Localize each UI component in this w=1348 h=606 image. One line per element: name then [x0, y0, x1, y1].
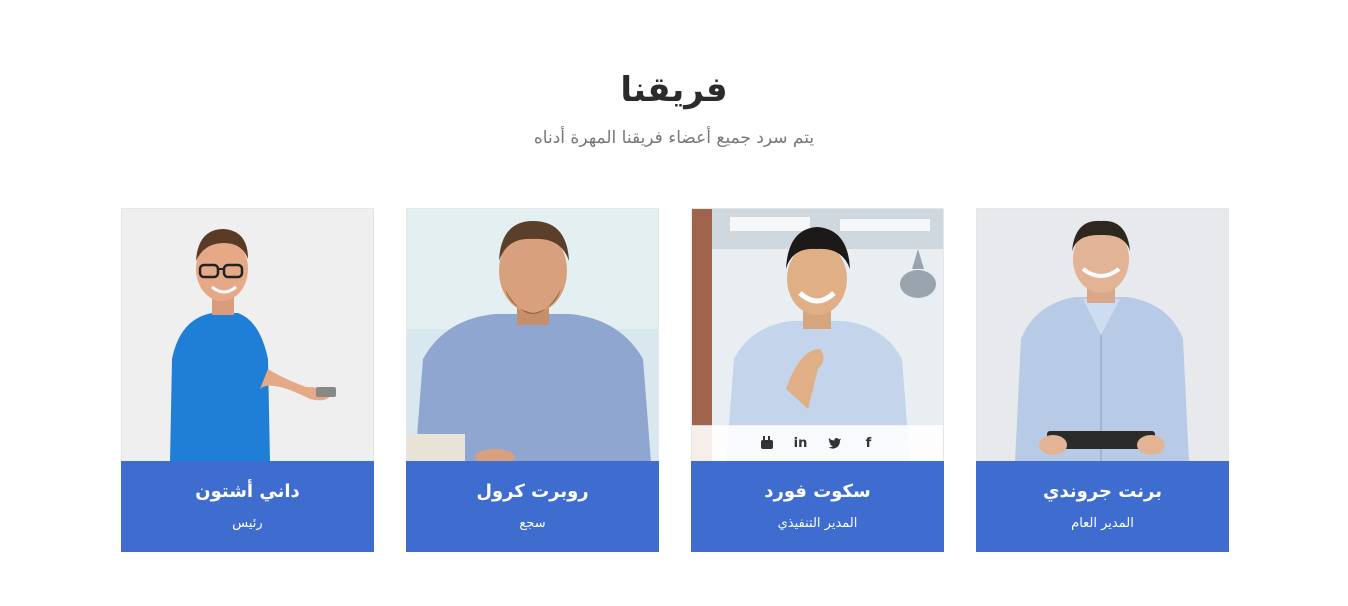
member-photo: in f — [691, 208, 944, 461]
member-role: المدير التنفيذي — [777, 516, 858, 531]
person-photo-illustration — [692, 209, 943, 461]
team-card-secretary[interactable]: روبرت كرول سجع — [406, 208, 659, 552]
member-info: سكوت فورد المدير التنفيذي — [691, 461, 944, 552]
team-section: فريقنا يتم سرد جميع أعضاء فريقنا المهرة … — [0, 0, 1348, 606]
member-photo — [976, 208, 1229, 461]
youtube-icon[interactable] — [760, 436, 774, 450]
team-card-executive-director[interactable]: in f سكوت فورد المدير التنفيذي — [691, 208, 944, 552]
member-name: سكوت فورد — [764, 481, 871, 502]
person-photo-illustration — [122, 209, 373, 461]
person-photo-illustration — [407, 209, 658, 461]
member-name: داني أشتون — [195, 481, 300, 502]
member-role: رئيس — [232, 516, 263, 531]
team-cards: برنت جروندي المدير العام in f سكوت فورد … — [121, 208, 1229, 552]
member-photo — [406, 208, 659, 461]
team-card-general-manager[interactable]: برنت جروندي المدير العام — [976, 208, 1229, 552]
member-name: برنت جروندي — [1042, 481, 1163, 502]
team-card-president[interactable]: داني أشتون رئيس — [121, 208, 374, 552]
member-role: سجع — [519, 516, 546, 531]
member-info: روبرت كرول سجع — [406, 461, 659, 552]
twitter-icon[interactable] — [828, 437, 842, 449]
social-links-bar: in f — [692, 425, 943, 461]
section-subtitle: يتم سرد جميع أعضاء فريقنا المهرة أدناه — [533, 128, 815, 148]
linkedin-icon[interactable]: in — [794, 436, 808, 451]
section-title: فريقنا — [620, 70, 728, 110]
facebook-icon[interactable]: f — [862, 436, 876, 451]
person-photo-illustration — [977, 209, 1228, 461]
member-info: داني أشتون رئيس — [121, 461, 374, 552]
member-name: روبرت كرول — [476, 481, 589, 502]
member-photo — [121, 208, 374, 461]
member-info: برنت جروندي المدير العام — [976, 461, 1229, 552]
member-role: المدير العام — [1071, 516, 1134, 531]
